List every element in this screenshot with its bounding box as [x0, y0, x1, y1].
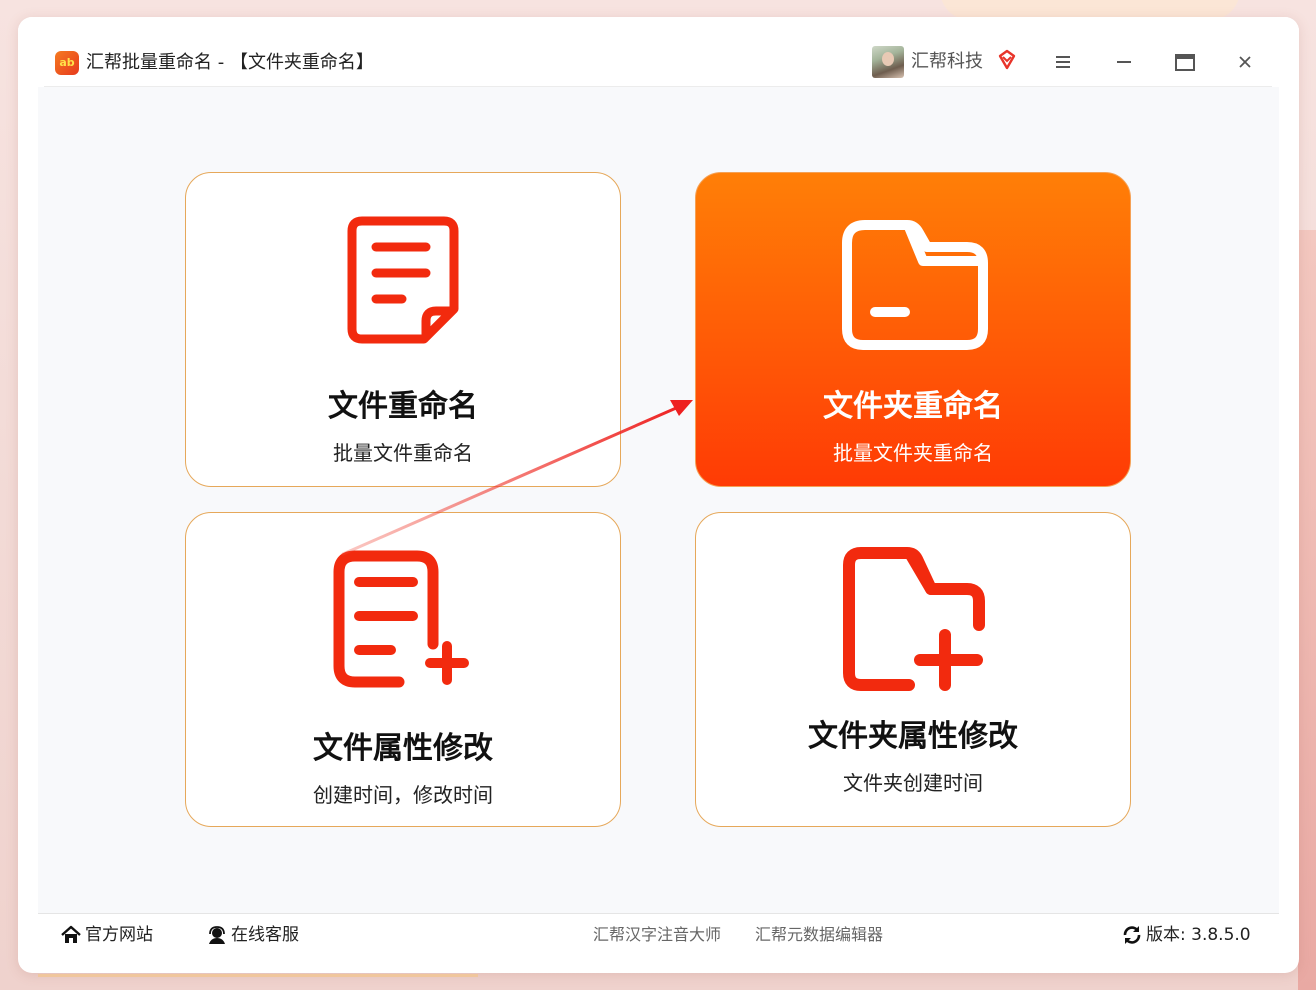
document-icon	[347, 216, 459, 344]
metadata-editor-link[interactable]: 汇帮元数据编辑器	[755, 922, 883, 948]
card-title: 文件夹属性修改	[808, 719, 1018, 754]
version-number: 3.8.5.0	[1191, 925, 1251, 945]
card-title: 文件夹重命名	[823, 389, 1003, 424]
main-content: 文件重命名 批量文件重命名 文件夹重命名 批量文件夹重命名 文件属性修改 创建时…	[38, 87, 1279, 913]
version-info[interactable]: 版本: 3.8.5.0	[1121, 922, 1251, 948]
support-agent-icon	[209, 926, 225, 944]
folder-add-icon	[843, 547, 985, 691]
pinyin-tool-link[interactable]: 汇帮汉字注音大师	[593, 922, 721, 948]
official-website-link[interactable]: 官方网站	[60, 922, 153, 948]
card-subtitle: 文件夹创建时间	[843, 771, 983, 795]
card-folder-rename[interactable]: 文件夹重命名 批量文件夹重命名	[695, 172, 1131, 487]
background-decoration-right	[1298, 230, 1316, 990]
home-icon	[61, 925, 81, 943]
card-title: 文件重命名	[328, 389, 478, 424]
version-label: 版本:	[1146, 925, 1186, 945]
maximize-icon	[1175, 54, 1195, 71]
minimize-icon	[1117, 61, 1131, 63]
maximize-button[interactable]	[1167, 45, 1203, 79]
card-file-attributes[interactable]: 文件属性修改 创建时间，修改时间	[185, 512, 621, 827]
user-avatar[interactable]	[872, 46, 904, 78]
document-add-icon	[333, 550, 469, 688]
title-bar[interactable]: ab 汇帮批量重命名 - 【文件夹重命名】 汇帮科技	[18, 17, 1299, 87]
card-subtitle: 批量文件夹重命名	[833, 441, 993, 465]
card-subtitle: 创建时间，修改时间	[313, 783, 493, 807]
folder-icon	[842, 220, 988, 350]
footer-bar: 官方网站 在线客服 汇帮汉字注音大师 汇帮元数据编辑器 版本: 3.8.5.0	[38, 913, 1279, 973]
card-subtitle: 批量文件重命名	[333, 441, 473, 465]
support-label: 在线客服	[231, 925, 299, 945]
window-title: 汇帮批量重命名 - 【文件夹重命名】	[86, 52, 374, 73]
refresh-icon	[1123, 926, 1141, 944]
bottom-accent-line	[38, 974, 478, 977]
company-name[interactable]: 汇帮科技	[911, 50, 983, 74]
close-button[interactable]	[1227, 45, 1263, 79]
hamburger-icon	[1056, 56, 1070, 68]
vip-diamond-icon[interactable]	[996, 49, 1018, 71]
card-title: 文件属性修改	[313, 731, 493, 766]
menu-button[interactable]	[1045, 45, 1081, 79]
online-support-link[interactable]: 在线客服	[206, 922, 299, 948]
website-label: 官方网站	[85, 925, 153, 945]
minimize-button[interactable]	[1106, 45, 1142, 79]
app-logo: ab	[55, 51, 79, 75]
app-window: ab 汇帮批量重命名 - 【文件夹重命名】 汇帮科技 文件重命名 批量文件重命名…	[18, 17, 1299, 973]
close-icon	[1239, 56, 1251, 68]
card-file-rename[interactable]: 文件重命名 批量文件重命名	[185, 172, 621, 487]
card-folder-attributes[interactable]: 文件夹属性修改 文件夹创建时间	[695, 512, 1131, 827]
